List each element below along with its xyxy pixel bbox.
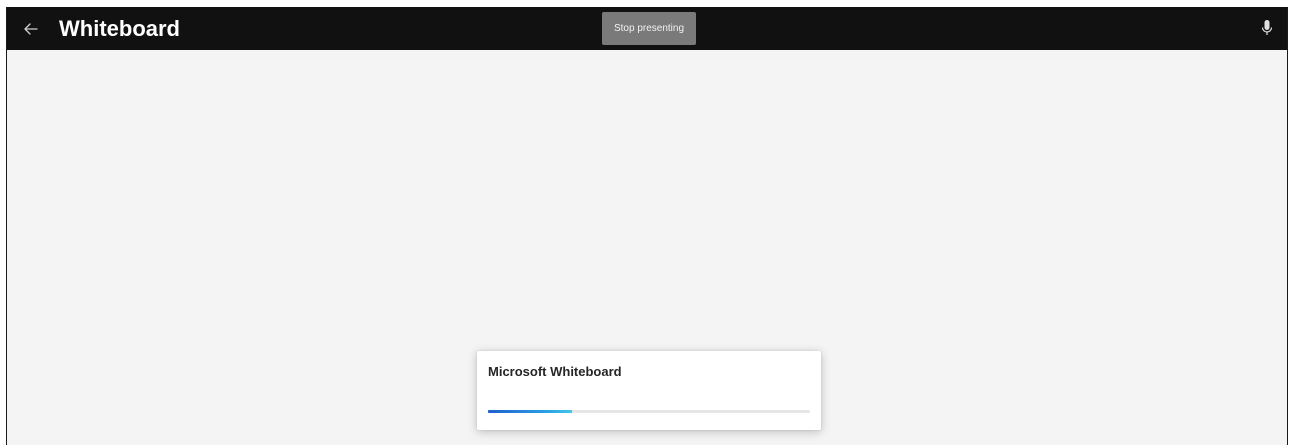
loading-toast: Microsoft Whiteboard [477,351,821,430]
stop-presenting-button[interactable]: Stop presenting [602,12,696,45]
loading-progress-fill [488,410,572,413]
page-title: Whiteboard [59,16,180,41]
toast-title: Microsoft Whiteboard [488,364,622,379]
mic-button[interactable] [1261,19,1273,37]
top-bar: Whiteboard Stop presenting [7,7,1287,50]
loading-progress-bar [488,410,810,413]
back-button[interactable] [19,17,43,41]
app-window: Whiteboard Stop presenting Microsoft Whi… [6,7,1288,445]
microphone-icon [1261,20,1273,35]
arrow-left-icon [24,23,38,35]
